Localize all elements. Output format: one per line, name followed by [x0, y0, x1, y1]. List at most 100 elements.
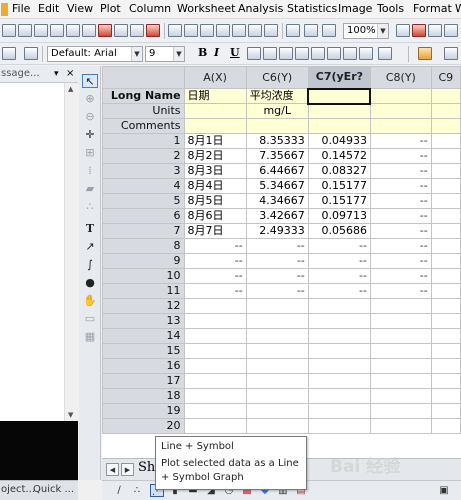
sheet-tab[interactable]: Sh [138, 460, 155, 475]
table-cell[interactable] [430, 283, 461, 299]
table-cell[interactable] [307, 403, 371, 419]
subscript-icon[interactable] [263, 47, 277, 60]
table-cell[interactable]: 8月7日 [183, 223, 247, 239]
table-cell[interactable]: -- [183, 268, 247, 284]
new-graph-icon[interactable] [50, 24, 64, 37]
table-cell[interactable] [307, 418, 371, 434]
close-icon[interactable]: × [66, 66, 74, 82]
meta-cell[interactable] [430, 88, 461, 104]
row-number[interactable]: 5 [102, 193, 185, 209]
table-cell[interactable] [245, 373, 309, 389]
meta-cell[interactable]: 日期 [183, 88, 247, 104]
table-cell[interactable] [369, 388, 432, 404]
meta-cell[interactable]: mg/L [245, 103, 309, 119]
table-cell[interactable]: -- [369, 253, 432, 269]
table-cell[interactable]: -- [245, 283, 309, 299]
column-header-a[interactable]: A(X) [183, 66, 247, 89]
meta-cell[interactable] [183, 118, 247, 134]
shape-tool-icon[interactable]: ● [82, 276, 98, 290]
new-layout-icon[interactable] [114, 24, 128, 37]
row-number[interactable]: 8 [102, 238, 185, 254]
zoom-select[interactable]: 100% ▼ [343, 23, 389, 39]
table-cell[interactable]: 6.44667 [245, 163, 309, 179]
table-cell[interactable] [430, 388, 461, 404]
supersubscript-icon[interactable] [279, 47, 293, 60]
superscript-icon[interactable] [247, 47, 261, 60]
open-icon[interactable] [168, 24, 182, 37]
table-cell[interactable]: 8月4日 [183, 178, 247, 194]
menu-worksheet[interactable]: Worksheet [177, 2, 235, 15]
table-cell[interactable] [307, 373, 371, 389]
table-cell[interactable] [307, 343, 371, 359]
table-cell[interactable] [183, 388, 247, 404]
font-select[interactable]: Default: Arial ▼ [47, 46, 143, 62]
refresh-icon[interactable] [444, 24, 458, 37]
menu-plot[interactable]: Plot [100, 2, 121, 15]
menu-analysis[interactable]: Analysis [238, 2, 283, 15]
tab-prev-icon[interactable]: ◀ [106, 463, 119, 476]
row-number[interactable]: 10 [102, 268, 185, 284]
italic-button[interactable]: I [214, 46, 219, 59]
table-cell[interactable]: -- [245, 253, 309, 269]
table-cell[interactable]: -- [307, 268, 371, 284]
table-cell[interactable]: -- [369, 193, 432, 209]
table-cell[interactable] [183, 418, 247, 434]
table-cell[interactable] [430, 298, 461, 314]
table-cell[interactable]: 8月3日 [183, 163, 247, 179]
table-cell[interactable] [369, 403, 432, 419]
print-icon[interactable] [396, 24, 410, 37]
layer-icon[interactable] [2, 47, 16, 60]
table-cell[interactable] [369, 373, 432, 389]
table-cell[interactable] [430, 313, 461, 329]
import-icon[interactable] [146, 24, 160, 37]
table-cell[interactable]: -- [369, 148, 432, 164]
new-project-icon[interactable] [2, 24, 16, 37]
curved-arrow-icon[interactable]: ∫ [82, 258, 98, 272]
meta-cell[interactable]: 平均浓度 [245, 88, 309, 104]
menu-file[interactable]: File [12, 2, 30, 15]
table-cell[interactable] [369, 418, 432, 434]
table-cell[interactable] [307, 358, 371, 374]
table-cell[interactable]: 5.34667 [245, 178, 309, 194]
row-number[interactable]: 12 [102, 298, 185, 314]
table-cell[interactable] [307, 298, 371, 314]
menu-view[interactable]: View [67, 2, 93, 15]
menu-format[interactable]: Format [413, 2, 452, 15]
row-number[interactable]: 4 [102, 178, 185, 194]
new-matrix-icon[interactable] [66, 24, 80, 37]
table-cell[interactable]: 8月5日 [183, 193, 247, 209]
open-excel-icon[interactable] [200, 24, 214, 37]
screen-reader-icon[interactable]: ✛ [82, 128, 98, 142]
new-function-icon[interactable] [98, 24, 112, 37]
line-plot-icon[interactable]: ∕ [112, 484, 126, 497]
font-color-icon[interactable] [378, 47, 392, 60]
data-selector-icon[interactable]: ⁞ [82, 164, 98, 178]
table-cell[interactable] [245, 313, 309, 329]
menu-statistics[interactable]: Statistics [287, 2, 337, 15]
greek-icon[interactable] [295, 47, 309, 60]
table-cell[interactable] [369, 343, 432, 359]
new-worksheet-icon[interactable] [34, 24, 48, 37]
tab-next-icon[interactable]: ▶ [121, 463, 134, 476]
table-cell[interactable] [430, 208, 461, 224]
table-cell[interactable] [183, 298, 247, 314]
region-icon[interactable]: ▭ [82, 312, 98, 326]
table-cell[interactable] [430, 193, 461, 209]
table-cell[interactable] [369, 298, 432, 314]
table-cell[interactable] [245, 298, 309, 314]
row-number[interactable]: 9 [102, 253, 185, 269]
table-cell[interactable]: 0.08327 [307, 163, 371, 179]
table-cell[interactable] [369, 328, 432, 344]
table-cell[interactable]: -- [183, 253, 247, 269]
new-notes-icon[interactable] [130, 24, 144, 37]
table-cell[interactable] [369, 358, 432, 374]
table-cell[interactable] [307, 388, 371, 404]
table-cell[interactable] [183, 358, 247, 374]
meta-cell[interactable] [307, 118, 371, 134]
table-cell[interactable] [307, 313, 371, 329]
table-cell[interactable] [430, 358, 461, 374]
meta-cell[interactable] [369, 88, 432, 104]
object-icon[interactable]: ▦ [82, 330, 98, 344]
meta-cell[interactable] [369, 118, 432, 134]
table-cell[interactable]: 8月6日 [183, 208, 247, 224]
